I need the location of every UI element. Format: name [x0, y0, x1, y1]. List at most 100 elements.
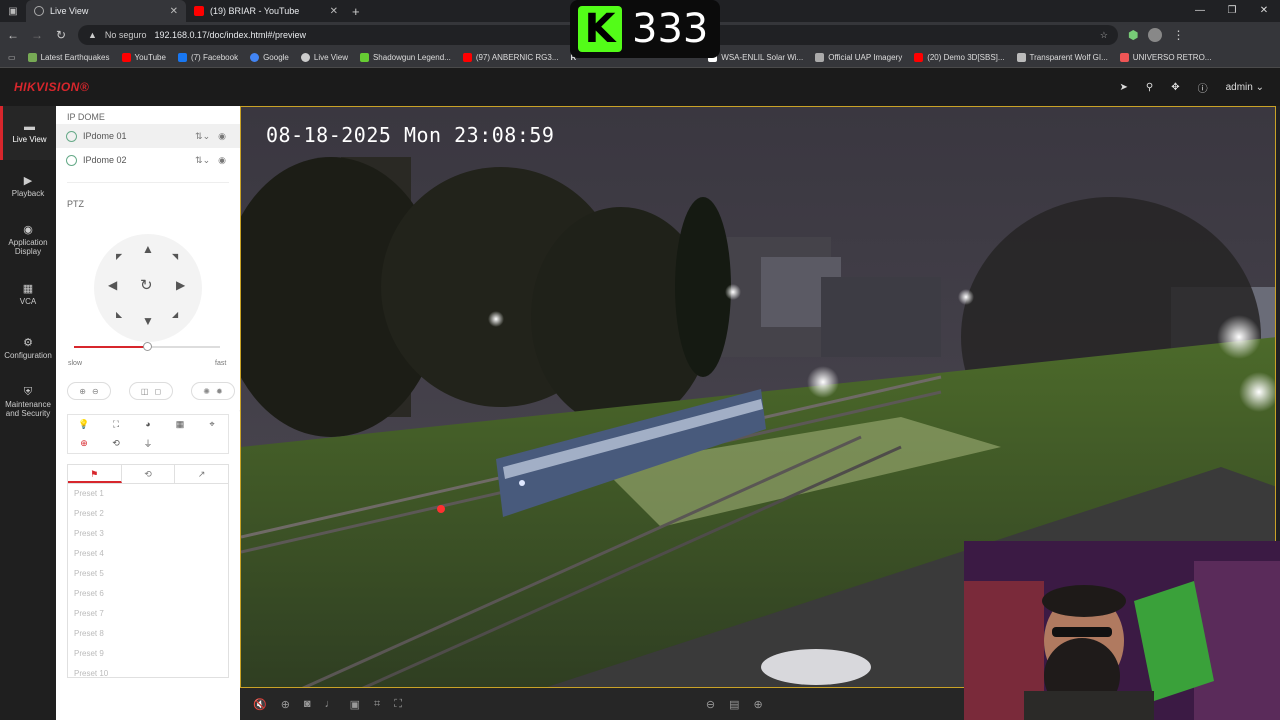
- new-tab-icon[interactable]: +: [352, 4, 360, 19]
- tab-pattern[interactable]: ↗: [175, 465, 228, 483]
- nav-vca[interactable]: ▦ VCA: [0, 268, 56, 322]
- reload-icon[interactable]: ↻: [54, 28, 68, 42]
- list-item[interactable]: Preset 4: [68, 544, 228, 564]
- record-clip-icon[interactable]: ▣: [350, 698, 360, 711]
- record-icon[interactable]: ◉: [218, 131, 226, 142]
- ptz-speed-slider[interactable]: [74, 342, 220, 351]
- bookmark[interactable]: Google: [250, 53, 289, 62]
- list-item[interactable]: Preset 1: [68, 484, 228, 504]
- list-item[interactable]: Preset 10: [68, 664, 228, 677]
- search-icon[interactable]: ⚲: [1146, 82, 1153, 93]
- bookmark[interactable]: Latest Earthquakes: [27, 53, 110, 62]
- list-item[interactable]: Preset 6: [68, 584, 228, 604]
- minimize-icon[interactable]: —: [1184, 0, 1216, 22]
- iris-close-icon[interactable]: ✹: [216, 387, 223, 396]
- arrow-up-left-icon[interactable]: ◤: [116, 252, 122, 261]
- camera-item[interactable]: IPdome 01 ⇅⌄ ◉: [56, 124, 240, 148]
- apps-icon[interactable]: ▭: [8, 53, 16, 62]
- camera-item[interactable]: IPdome 02 ⇅⌄ ◉: [56, 148, 240, 172]
- iris-open-icon[interactable]: ✺: [203, 387, 210, 396]
- info-icon[interactable]: ⓘ: [1198, 80, 1208, 95]
- send-icon[interactable]: ➤: [1119, 82, 1127, 93]
- arrow-right-icon[interactable]: ▶: [176, 278, 185, 292]
- record-icon[interactable]: ◉: [218, 155, 226, 166]
- arrow-down-right-icon[interactable]: ◢: [172, 310, 178, 319]
- forward-icon[interactable]: →: [30, 28, 44, 42]
- tracking-icon[interactable]: ⌖: [209, 419, 214, 430]
- nav-maintenance[interactable]: ⛨ Maintenance and Security: [0, 376, 56, 430]
- back-icon[interactable]: ←: [6, 28, 20, 42]
- lens-init-icon[interactable]: ▦: [176, 419, 185, 430]
- extension-icon[interactable]: ⬢: [1128, 28, 1138, 42]
- auto-rotate-icon[interactable]: ↻: [140, 276, 153, 294]
- bookmark[interactable]: (7) Facebook: [177, 53, 238, 62]
- close-tab-icon[interactable]: ✕: [330, 6, 338, 17]
- speed-max-label: fast: [215, 360, 227, 367]
- manual-focus-icon[interactable]: ⛶: [113, 419, 119, 430]
- arrow-up-right-icon[interactable]: ◥: [172, 252, 178, 261]
- list-item[interactable]: Preset 9: [68, 644, 228, 664]
- bookmark[interactable]: YouTube: [121, 53, 166, 62]
- star-icon[interactable]: ☆: [1100, 30, 1108, 41]
- bookmark[interactable]: Shadowgun Legend...: [359, 53, 451, 62]
- nav-playback[interactable]: ▶ Playback: [0, 160, 56, 214]
- zoom-icon[interactable]: ⊕: [281, 698, 290, 711]
- list-item[interactable]: Preset 3: [68, 524, 228, 544]
- nav-application-display[interactable]: ◉ Application Display: [0, 214, 56, 268]
- nav-live-view[interactable]: ▬ Live View: [0, 106, 56, 160]
- microphone-icon[interactable]: ♩: [325, 698, 336, 710]
- list-item[interactable]: Preset 8: [68, 624, 228, 644]
- fullscreen-area-icon[interactable]: ⛶: [394, 698, 402, 711]
- zoom-out-icon[interactable]: ⊖: [92, 387, 99, 396]
- zoom-area-icon[interactable]: ⊕: [80, 438, 88, 449]
- user-menu[interactable]: admin ⌄: [1226, 82, 1264, 93]
- slider-handle[interactable]: [143, 342, 152, 351]
- close-tab-icon[interactable]: ✕: [170, 6, 178, 17]
- nav-configuration[interactable]: ⚙ Configuration: [0, 322, 56, 376]
- tab-live-view[interactable]: Live View ✕: [26, 0, 186, 22]
- bookmark[interactable]: UNIVERSO RETRO...: [1119, 53, 1211, 62]
- arrow-down-icon[interactable]: ▼: [142, 314, 154, 328]
- youtube-icon: [194, 6, 204, 16]
- zoom-in-icon[interactable]: ⊕: [79, 387, 86, 396]
- focus-button-group[interactable]: ◫ ◻: [129, 382, 173, 400]
- focus-far-icon[interactable]: ◻: [154, 387, 161, 396]
- tools-icon[interactable]: ✥: [1171, 82, 1179, 93]
- focus-near-icon[interactable]: ◫: [141, 387, 149, 396]
- reset-icon[interactable]: ⟲: [112, 438, 120, 449]
- capture-icon[interactable]: ◙: [304, 698, 311, 710]
- bookmark[interactable]: (20) Demo 3D[SBS]...: [914, 53, 1005, 62]
- list-item[interactable]: Preset 5: [68, 564, 228, 584]
- bookmark[interactable]: WSA-ENLIL Solar Wi...: [708, 53, 803, 62]
- focus-area-icon[interactable]: ⌗: [374, 698, 380, 711]
- stream-icon[interactable]: ⇅⌄: [195, 131, 210, 142]
- light-icon[interactable]: 💡: [78, 419, 89, 430]
- previous-page-icon[interactable]: ⊖: [706, 698, 715, 711]
- wiper-icon[interactable]: ◕: [145, 419, 150, 429]
- tab-patrol[interactable]: ⟲: [122, 465, 176, 483]
- bookmark[interactable]: (97) ANBERNIC RG3...: [462, 53, 559, 62]
- park-icon[interactable]: ⏚: [143, 437, 152, 450]
- bookmark[interactable]: Transparent Wolf GI...: [1016, 53, 1108, 62]
- window-layout-icon[interactable]: ▤: [729, 698, 739, 711]
- arrow-up-icon[interactable]: ▲: [142, 242, 154, 256]
- stream-icon[interactable]: ⇅⌄: [195, 155, 210, 166]
- profile-icon[interactable]: [1148, 28, 1163, 42]
- arrow-down-left-icon[interactable]: ◣: [116, 310, 122, 319]
- mute-icon[interactable]: 🔇: [253, 698, 267, 711]
- tab-menu-icon[interactable]: ▣: [0, 6, 26, 17]
- arrow-left-icon[interactable]: ◀: [108, 278, 117, 292]
- list-item[interactable]: Preset 7: [68, 604, 228, 624]
- iris-button-group[interactable]: ✺ ✹: [191, 382, 235, 400]
- bookmark[interactable]: Official UAP Imagery: [815, 53, 902, 62]
- list-item[interactable]: Preset 2: [68, 504, 228, 524]
- close-window-icon[interactable]: ✕: [1248, 0, 1280, 22]
- tab-presets[interactable]: ⚑: [68, 465, 122, 483]
- maximize-icon[interactable]: ❐: [1216, 0, 1248, 22]
- zoom-focus-toolbar: ⊕ ⊖ ◫ ◻ ✺ ✹: [67, 382, 235, 400]
- zoom-button-group[interactable]: ⊕ ⊖: [67, 382, 111, 400]
- tab-youtube[interactable]: (19) BRIAR - YouTube ✕: [186, 0, 346, 22]
- bookmark[interactable]: Live View: [300, 53, 348, 62]
- next-page-icon[interactable]: ⊕: [754, 698, 763, 711]
- menu-icon[interactable]: ⋮: [1172, 28, 1184, 42]
